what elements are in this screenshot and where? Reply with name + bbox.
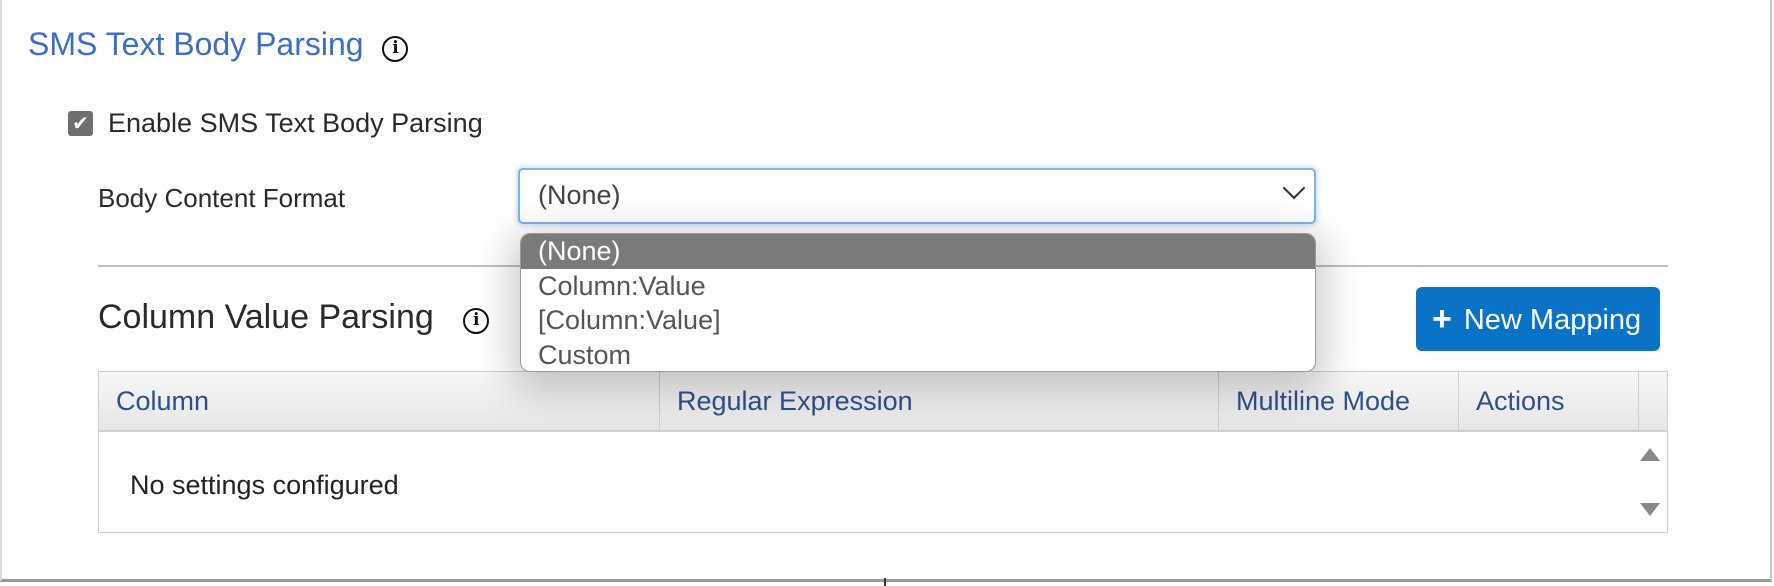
scroll-down-arrow-icon[interactable] [1640, 503, 1660, 516]
enable-parsing-label[interactable]: Enable SMS Text Body Parsing [108, 108, 483, 139]
column-header-column[interactable]: Column [99, 372, 660, 430]
column-header-actions[interactable]: Actions [1459, 372, 1639, 430]
divider [884, 578, 886, 586]
column-header-multiline-mode[interactable]: Multiline Mode [1219, 372, 1459, 430]
info-icon[interactable]: i [463, 308, 490, 334]
new-mapping-label: New Mapping [1463, 304, 1642, 336]
empty-message: No settings configured [130, 470, 399, 500]
dropdown-option-custom[interactable]: Custom [521, 338, 1315, 372]
column-value-parsing-title: Column Value Parsing i [98, 298, 490, 337]
settings-panel: SMS Text Body Parsing i ✔ Enable SMS Tex… [0, 0, 1772, 582]
dropdown-option-column-value[interactable]: Column:Value [521, 269, 1315, 304]
select-value: (None) [538, 180, 621, 210]
body-content-format-label: Body Content Format [98, 183, 346, 213]
plus-icon: + [1432, 300, 1452, 338]
section-title-text: SMS Text Body Parsing [28, 26, 364, 62]
section-title: SMS Text Body Parsing i [28, 26, 409, 63]
dropdown-option-none[interactable]: (None) [521, 234, 1315, 269]
column-value-parsing-title-text: Column Value Parsing [98, 298, 434, 336]
scroll-up-arrow-icon[interactable] [1640, 448, 1660, 461]
dropdown-option-bracketed-column-value[interactable]: [Column:Value] [521, 303, 1315, 338]
info-icon[interactable]: i [382, 36, 409, 62]
new-mapping-button[interactable]: + New Mapping [1416, 287, 1660, 351]
grid-header: Column Regular Expression Multiline Mode… [99, 372, 1667, 432]
body-content-format-select[interactable]: (None) [518, 168, 1316, 224]
enable-parsing-checkbox[interactable]: ✔ [68, 111, 93, 136]
body-content-format-dropdown: (None) Column:Value [Column:Value] Custo… [520, 233, 1316, 372]
chevron-down-icon [1282, 176, 1306, 200]
mapping-grid: Column Regular Expression Multiline Mode… [98, 371, 1668, 533]
column-header-regular-expression[interactable]: Regular Expression [660, 372, 1219, 430]
